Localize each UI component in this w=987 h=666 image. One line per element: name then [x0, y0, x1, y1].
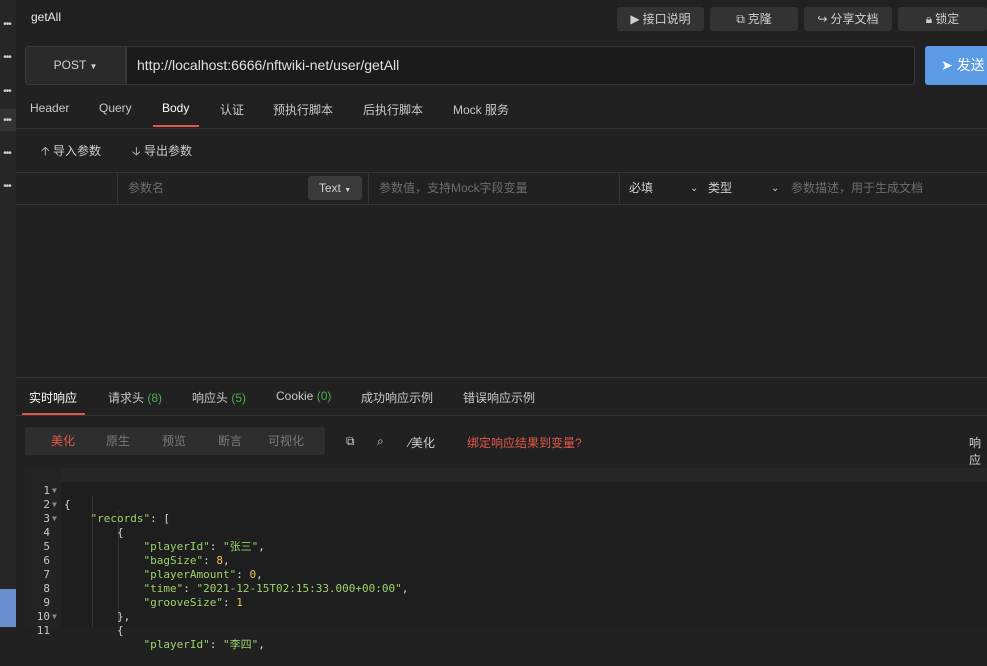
code-line: 4 "playerId": "张三", [43, 526, 265, 553]
code-line: 11 "playerId": "李四", [36, 624, 265, 651]
left-sidebar-strip: ••• ••• ••• ••• ••• ••• [0, 0, 16, 627]
tab-error-example[interactable]: 错误响应示例 [463, 389, 535, 406]
view-preview[interactable]: 预览 [162, 427, 186, 455]
tab-response-headers[interactable]: 响应头 (5) [192, 389, 246, 406]
tab-header[interactable]: Header [30, 101, 69, 115]
code-line: 9 }, [43, 596, 131, 623]
lock-icon: 🔒︎ [925, 12, 933, 26]
url-input[interactable]: http://localhost:6666/nftwiki-net/user/g… [126, 46, 915, 85]
arrow-down-icon: 🡣 [132, 144, 141, 158]
import-params-button[interactable]: 🡡 导入参数 [41, 142, 101, 163]
copy-icon[interactable]: ⧉ [346, 434, 355, 449]
tab-auth[interactable]: 认证 [220, 101, 244, 118]
more-icon[interactable]: ••• [0, 85, 14, 99]
more-icon[interactable]: ••• [0, 147, 14, 161]
caret-down-icon: ▼ [89, 62, 98, 71]
sidebar-active-indicator [0, 589, 16, 627]
search-icon[interactable]: ⌕ [377, 434, 384, 449]
code-line: 1 ▼ { [43, 484, 71, 511]
caret-down-icon: ▼ [344, 187, 352, 194]
share-button[interactable]: ↪ 分享文档 [804, 7, 892, 31]
code-line: 6 "playerAmount": 0, [43, 554, 263, 581]
more-icon[interactable]: ••• [0, 51, 14, 65]
active-tab-indicator [153, 125, 199, 127]
code-line: 2 ▼ "records": [ [43, 498, 170, 525]
tab-mock[interactable]: Mock 服务 [453, 101, 509, 118]
code-line: 8 "grooveSize": 1 [43, 582, 243, 609]
method-select[interactable]: POST ▼ [25, 46, 126, 85]
tab-realtime-response[interactable]: 实时响应 [29, 389, 77, 406]
tab-success-example[interactable]: 成功响应示例 [361, 389, 433, 406]
response-label: 响应 [969, 436, 982, 467]
chevron-down-icon: ⌄ [690, 183, 699, 194]
param-type-button[interactable]: Text ▼ [308, 176, 362, 200]
tab-body[interactable]: Body [162, 101, 189, 115]
more-icon[interactable]: ••• [0, 114, 14, 128]
param-value-input[interactable]: 参数值，支持Mock字段变量 [368, 173, 619, 204]
type-select[interactable]: 类型 ⌄ [699, 173, 783, 204]
arrow-up-icon: 🡡 [41, 144, 50, 158]
tab-cookie[interactable]: Cookie (0) [276, 389, 331, 403]
tab-request-headers[interactable]: 请求头 (8) [108, 389, 162, 406]
code-line: 10 ▼ { [36, 610, 124, 637]
share-icon: ↪ [817, 12, 828, 26]
copy-icon: ⧉ [736, 12, 745, 26]
code-line: 7 "time": "2021-12-15T02:15:33.000+00:00… [43, 568, 409, 595]
play-icon: ▶ [630, 12, 640, 26]
doc-button[interactable]: ▶ 接口说明 [617, 7, 704, 31]
export-params-button[interactable]: 🡣 导出参数 [132, 142, 192, 163]
param-desc-input[interactable]: 参数描述，用于生成文档 [783, 173, 987, 204]
more-icon[interactable]: ••• [0, 18, 14, 32]
divider [16, 377, 987, 378]
param-row: 参数名 参数值，支持Mock字段变量 必填 ⌄ 类型 ⌄ 参数描述，用于生成文档 [16, 172, 987, 205]
bind-response-link[interactable]: 绑定响应结果到变量? [467, 434, 582, 451]
clone-button[interactable]: ⧉ 克隆 [710, 7, 798, 31]
view-assert[interactable]: 断言 [218, 427, 242, 455]
divider [16, 128, 987, 129]
tab-query[interactable]: Query [99, 101, 132, 115]
view-visualize[interactable]: 可视化 [268, 427, 304, 455]
code-line: 3 ▼ { [43, 512, 124, 539]
required-select[interactable]: 必填 ⌄ [619, 173, 699, 204]
tab-post-script[interactable]: 后执行脚本 [363, 101, 423, 118]
more-icon[interactable]: ••• [0, 180, 14, 194]
api-title: getAll [31, 10, 62, 24]
lock-button[interactable]: 🔒︎ 锁定 [898, 7, 987, 31]
send-icon: ➤ [941, 57, 953, 73]
send-button[interactable]: ➤ 发送 [925, 46, 987, 85]
beautify-button[interactable]: ⁄美化 [409, 434, 435, 451]
response-editor[interactable]: 1 ▼ { 2 ▼ "records": [ 3 ▼ { 4 "playerId": … [25, 468, 987, 651]
chevron-down-icon: ⌄ [771, 183, 780, 194]
divider [16, 415, 987, 416]
code-line: 5 "bagSize": 8, [43, 540, 230, 567]
view-raw[interactable]: 原生 [106, 427, 130, 455]
tab-pre-script[interactable]: 预执行脚本 [273, 101, 333, 118]
view-mode-group: 美化 原生 预览 断言 可视化 [25, 427, 325, 455]
view-beautify[interactable]: 美化 [51, 427, 75, 455]
